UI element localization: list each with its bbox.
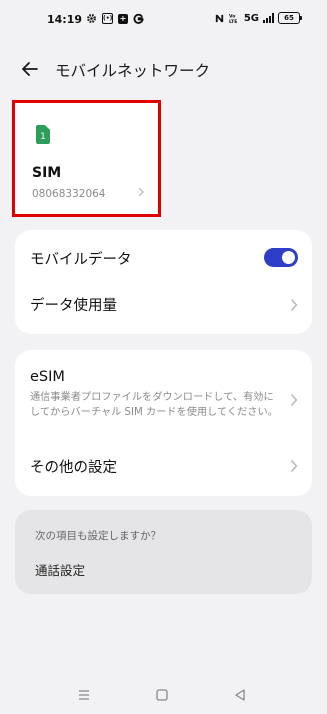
- chevron-right-icon: [290, 394, 298, 406]
- call-settings-link[interactable]: 通話設定: [35, 560, 85, 579]
- menu-icon[interactable]: [76, 687, 92, 703]
- nfc-icon: [215, 14, 223, 22]
- suggestions-heading: 次の項目も設定しますか？: [35, 530, 161, 542]
- svg-text:LTE: LTE: [229, 19, 237, 24]
- navigation-bar: [0, 680, 327, 708]
- app-notification-icon: (•): [102, 13, 113, 24]
- battery-icon: 65: [278, 12, 302, 24]
- header: モバイルネットワーク: [0, 57, 327, 81]
- status-bar: 14:19 (•) + Vo LTE 5G 65: [0, 0, 327, 40]
- home-icon[interactable]: [154, 687, 170, 703]
- svg-text:Vo: Vo: [229, 13, 235, 19]
- page-title: モバイルネットワーク: [55, 62, 211, 80]
- esim-row[interactable]: eSIM 通信事業者プロファイルをダウンロードして、有効にしてからバーチャル S…: [15, 350, 312, 440]
- sim-card[interactable]: 1 SIM 08068332064: [12, 100, 161, 217]
- sim-slot-number: 1: [40, 132, 46, 142]
- data-usage-row[interactable]: データ使用量: [15, 282, 312, 334]
- suggestions-card: 次の項目も設定しますか？ 通話設定: [15, 510, 312, 594]
- network-type: 5G: [243, 12, 259, 24]
- mobile-data-toggle[interactable]: [264, 248, 298, 267]
- esim-card: eSIM 通信事業者プロファイルをダウンロードして、有効にしてからバーチャル S…: [15, 350, 312, 496]
- back-arrow-icon[interactable]: [18, 57, 42, 81]
- data-usage-label: データ使用量: [30, 298, 117, 314]
- chevron-right-icon: [290, 299, 298, 311]
- sim-card-icon: 1: [36, 125, 50, 144]
- signal-icon: [263, 13, 274, 23]
- status-right-icons: Vo LTE 5G 65: [214, 12, 302, 24]
- mobile-data-card: モバイルデータ データ使用量: [15, 230, 312, 334]
- esim-title: eSIM: [30, 369, 65, 385]
- other-settings-label: その他の設定: [30, 460, 117, 476]
- back-triangle-icon[interactable]: [232, 687, 248, 703]
- mobile-data-label: モバイルデータ: [30, 252, 132, 268]
- chevron-right-icon: [138, 187, 144, 197]
- volte-icon: Vo LTE: [229, 13, 237, 24]
- plus-icon: +: [118, 13, 128, 24]
- chevron-right-icon: [290, 460, 298, 472]
- sim-phone-number: 08068332064: [32, 188, 106, 200]
- toggle-knob: [282, 251, 295, 264]
- sim-name: SIM: [32, 165, 62, 181]
- gear-icon: [87, 14, 96, 23]
- notification-icons: (•) +: [86, 13, 144, 24]
- google-icon: [133, 13, 144, 24]
- battery-level: 65: [284, 14, 294, 22]
- status-time: 14:19: [47, 13, 83, 26]
- esim-description: 通信事業者プロファイルをダウンロードして、有効にしてからバーチャル SIM カー…: [30, 392, 278, 418]
- other-settings-row[interactable]: その他の設定: [15, 448, 312, 492]
